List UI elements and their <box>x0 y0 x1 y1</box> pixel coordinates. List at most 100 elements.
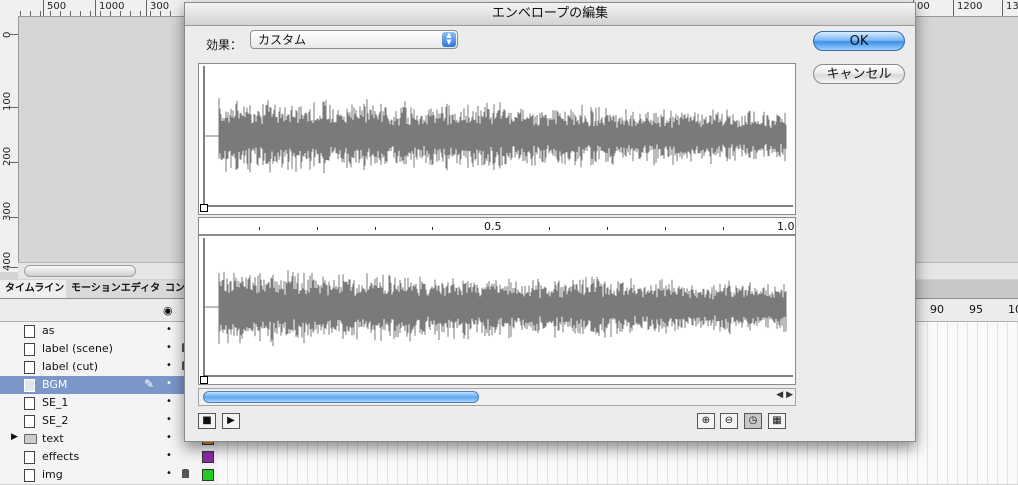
layer-icon <box>24 469 35 482</box>
time-ruler-tick <box>317 227 318 230</box>
time-ruler-end-label: 1.0 <box>777 220 795 233</box>
layer-row[interactable]: effects • <box>0 448 1018 467</box>
tab-timeline[interactable]: タイムライン <box>0 280 71 298</box>
stage-scroll-thumb[interactable] <box>24 265 136 277</box>
layer-icon <box>24 451 35 464</box>
ruler-tick <box>146 0 147 16</box>
envelope-handle[interactable] <box>200 376 208 384</box>
layer-row[interactable]: img • <box>0 466 1018 485</box>
time-ruler: 0.5 1.0 <box>198 217 796 235</box>
lock-icon[interactable] <box>182 469 189 478</box>
tab-motion-editor[interactable]: モーションエディタ <box>66 280 167 298</box>
visibility-dot-icon[interactable]: • <box>166 324 172 335</box>
ruler-tick <box>953 0 954 16</box>
cancel-button[interactable]: キャンセル <box>813 64 905 84</box>
waveform-scroll-thumb[interactable] <box>203 391 479 403</box>
left-channel-waveform[interactable] <box>198 63 796 215</box>
zoom-out-button[interactable]: ⊖ <box>720 413 738 429</box>
layer-icon <box>24 397 35 410</box>
waveform-scrollbar[interactable]: ◀ ▶ <box>198 388 796 406</box>
ruler-tick <box>10 34 18 35</box>
layer-icon <box>24 379 35 392</box>
layer-color-swatch[interactable] <box>202 469 214 481</box>
time-ruler-tick <box>723 227 724 230</box>
waveform-graph <box>203 66 793 212</box>
ruler-tick <box>1002 0 1003 16</box>
time-ruler-tick <box>375 227 376 230</box>
ruler-minor-tick <box>60 11 61 16</box>
ruler-label: 400 <box>2 251 13 271</box>
time-ruler-tick <box>665 227 666 230</box>
frame-number: 90 <box>930 303 944 316</box>
effect-select-value: カスタム <box>258 33 307 47</box>
layer-name[interactable]: SE_2 <box>42 414 68 427</box>
folder-icon <box>24 434 37 444</box>
ruler-minor-tick <box>80 11 81 16</box>
frame-number: 10 <box>1008 303 1018 316</box>
visibility-dot-icon[interactable]: • <box>166 432 172 443</box>
ruler-minor-tick <box>50 11 51 16</box>
layer-name[interactable]: text <box>42 432 64 445</box>
ruler-label: 100 <box>2 91 13 111</box>
play-button[interactable]: ▶ <box>222 413 240 429</box>
time-ruler-tick <box>549 227 550 230</box>
ok-button[interactable]: OK <box>813 31 905 51</box>
time-ruler-tick <box>607 227 608 230</box>
layer-color-swatch[interactable] <box>202 451 214 463</box>
visibility-dot-icon[interactable]: • <box>166 414 172 425</box>
ruler-minor-tick <box>130 11 131 16</box>
layer-name[interactable]: label (cut) <box>42 360 98 373</box>
layer-frames-track[interactable] <box>218 448 1018 466</box>
ruler-minor-tick <box>160 11 161 16</box>
layer-frames-track[interactable] <box>218 466 1018 484</box>
layer-icon <box>24 361 35 374</box>
ruler-minor-tick <box>140 11 141 16</box>
ruler-minor-tick <box>100 11 101 16</box>
time-ruler-mid-label: 0.5 <box>484 220 502 233</box>
effect-label: 効果： <box>206 38 243 52</box>
visibility-dot-icon[interactable]: • <box>166 378 172 389</box>
zoom-in-button[interactable]: ⊕ <box>697 413 715 429</box>
disclosure-triangle-icon[interactable]: ▶ <box>11 432 18 442</box>
frames-button[interactable]: ▦ <box>768 413 786 429</box>
layer-name[interactable]: BGM <box>42 378 67 391</box>
stop-button[interactable]: ■ <box>198 413 216 429</box>
ruler-tick <box>10 217 18 218</box>
visibility-dot-icon[interactable]: • <box>166 360 172 371</box>
waveform-path <box>218 98 787 174</box>
visibility-dot-icon[interactable]: • <box>166 450 172 461</box>
eye-icon[interactable]: ◉ <box>163 304 173 317</box>
ruler-tick <box>10 267 18 268</box>
ruler-minor-tick <box>150 11 151 16</box>
frames-icon: ▦ <box>772 415 782 426</box>
ruler-tick <box>10 162 18 163</box>
ruler-label: 00 <box>917 1 930 12</box>
ruler-minor-tick <box>90 11 91 16</box>
visibility-dot-icon[interactable]: • <box>166 396 172 407</box>
ruler-minor-tick <box>110 11 111 16</box>
layer-name[interactable]: label (scene) <box>42 342 113 355</box>
time-ruler-tick <box>432 227 433 230</box>
layer-icon <box>24 325 35 338</box>
ruler-label: 300 <box>2 201 13 221</box>
stop-icon: ■ <box>202 415 212 426</box>
ruler-minor-tick <box>40 11 41 16</box>
effect-select[interactable]: カスタム ▲ ▼ <box>250 30 458 49</box>
envelope-handle[interactable] <box>200 204 208 212</box>
layer-name[interactable]: SE_1 <box>42 396 68 409</box>
layer-name[interactable]: effects <box>42 450 79 463</box>
visibility-dot-icon[interactable]: • <box>166 468 172 479</box>
zoom-out-icon: ⊖ <box>724 415 734 426</box>
right-channel-waveform[interactable] <box>198 235 796 385</box>
scroll-arrows-icon[interactable]: ◀ ▶ <box>776 390 793 400</box>
visibility-dot-icon[interactable]: • <box>166 342 172 353</box>
ruler-minor-tick <box>120 11 121 16</box>
ruler-label: 200 <box>2 146 13 166</box>
clock-icon: ◷ <box>748 415 758 426</box>
layer-name[interactable]: as <box>42 324 54 337</box>
ruler-minor-tick <box>70 11 71 16</box>
seconds-button[interactable]: ◷ <box>744 413 762 429</box>
layer-name[interactable]: img <box>42 468 63 481</box>
ruler-tick <box>95 0 96 16</box>
ruler-label: 130 <box>1006 1 1018 12</box>
